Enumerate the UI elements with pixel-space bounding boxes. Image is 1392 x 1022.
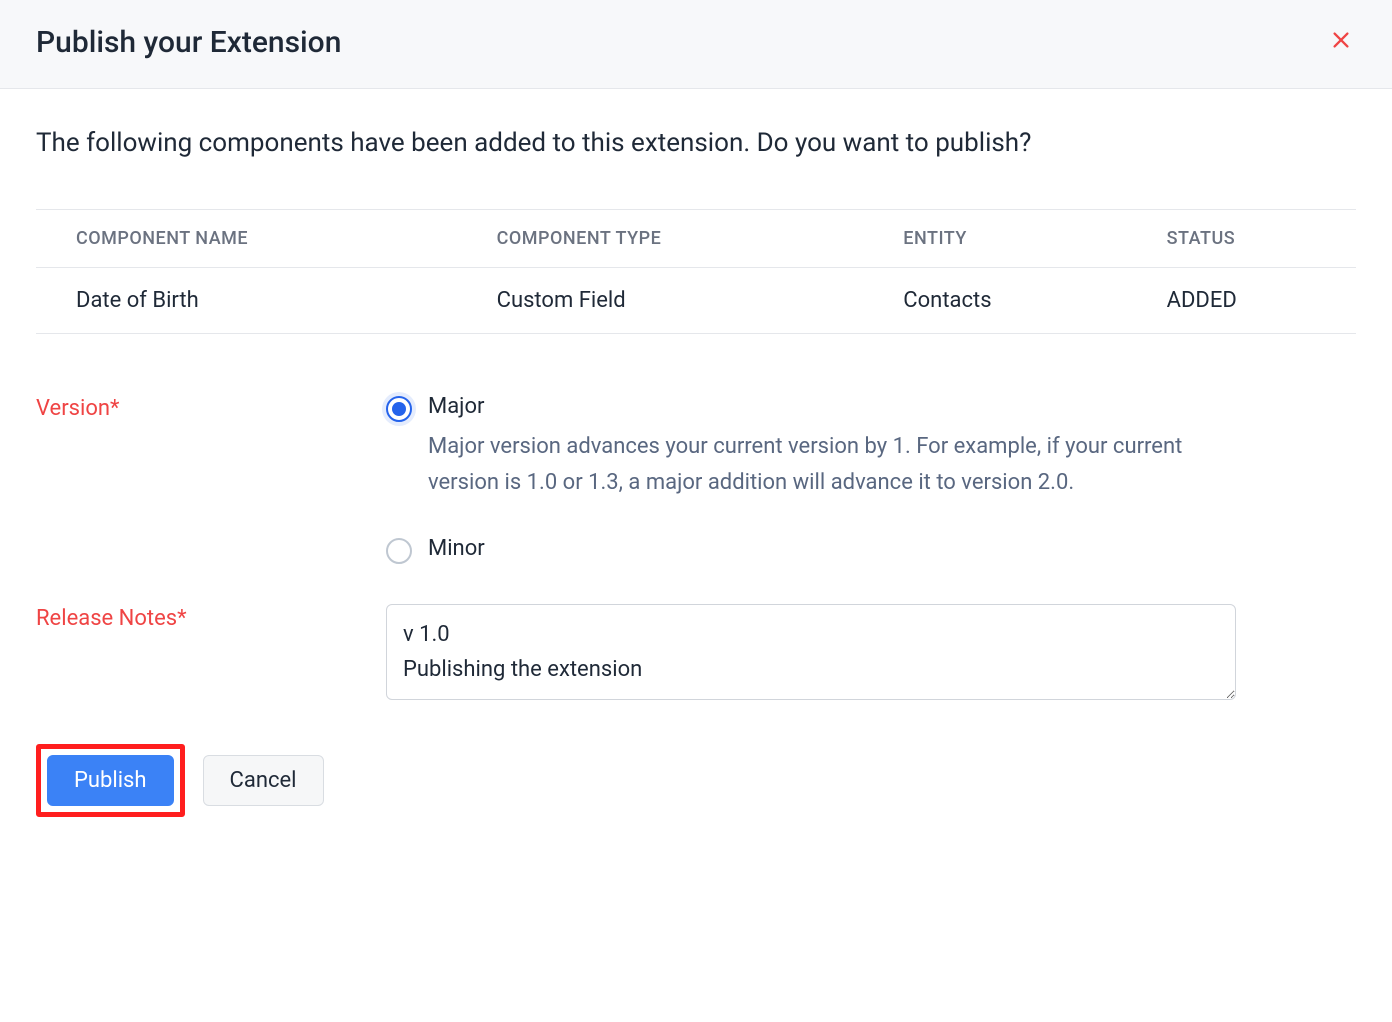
- version-options: Major Major version advances your curren…: [386, 394, 1246, 563]
- version-label: Version*: [36, 394, 386, 421]
- release-notes-label: Release Notes*: [36, 604, 386, 631]
- modal-header: Publish your Extension: [0, 0, 1392, 89]
- radio-major-help: Major version advances your current vers…: [428, 429, 1246, 499]
- table-header-row: COMPONENT NAME COMPONENT TYPE ENTITY STA…: [36, 210, 1356, 268]
- radio-option-major[interactable]: Major Major version advances your curren…: [386, 394, 1246, 499]
- table-row: Date of Birth Custom Field Contacts ADDE…: [36, 268, 1356, 334]
- modal-body: The following components have been added…: [0, 89, 1392, 857]
- cell-entity: Contacts: [863, 268, 1126, 334]
- release-notes-row: Release Notes*: [36, 604, 1356, 704]
- modal-title: Publish your Extension: [36, 25, 341, 60]
- highlight-publish: Publish: [36, 744, 185, 817]
- radio-option-minor[interactable]: Minor: [386, 536, 1246, 564]
- col-header-status: STATUS: [1127, 210, 1356, 268]
- cancel-button[interactable]: Cancel: [203, 755, 324, 806]
- button-row: Publish Cancel: [36, 744, 1356, 817]
- col-header-name: COMPONENT NAME: [36, 210, 457, 268]
- components-table: COMPONENT NAME COMPONENT TYPE ENTITY STA…: [36, 209, 1356, 334]
- cell-status: ADDED: [1127, 268, 1356, 334]
- col-header-entity: ENTITY: [863, 210, 1126, 268]
- radio-major-label: Major: [428, 394, 1246, 419]
- release-notes-input[interactable]: [386, 604, 1236, 700]
- radio-major[interactable]: [386, 396, 412, 422]
- cell-component-name: Date of Birth: [36, 268, 457, 334]
- intro-text: The following components have been added…: [36, 125, 1356, 161]
- close-icon: [1330, 29, 1352, 51]
- radio-minor[interactable]: [386, 538, 412, 564]
- radio-minor-label: Minor: [428, 536, 485, 561]
- cell-component-type: Custom Field: [457, 268, 864, 334]
- col-header-type: COMPONENT TYPE: [457, 210, 864, 268]
- version-row: Version* Major Major version advances yo…: [36, 394, 1356, 563]
- close-button[interactable]: [1326, 24, 1356, 60]
- publish-button[interactable]: Publish: [47, 755, 174, 806]
